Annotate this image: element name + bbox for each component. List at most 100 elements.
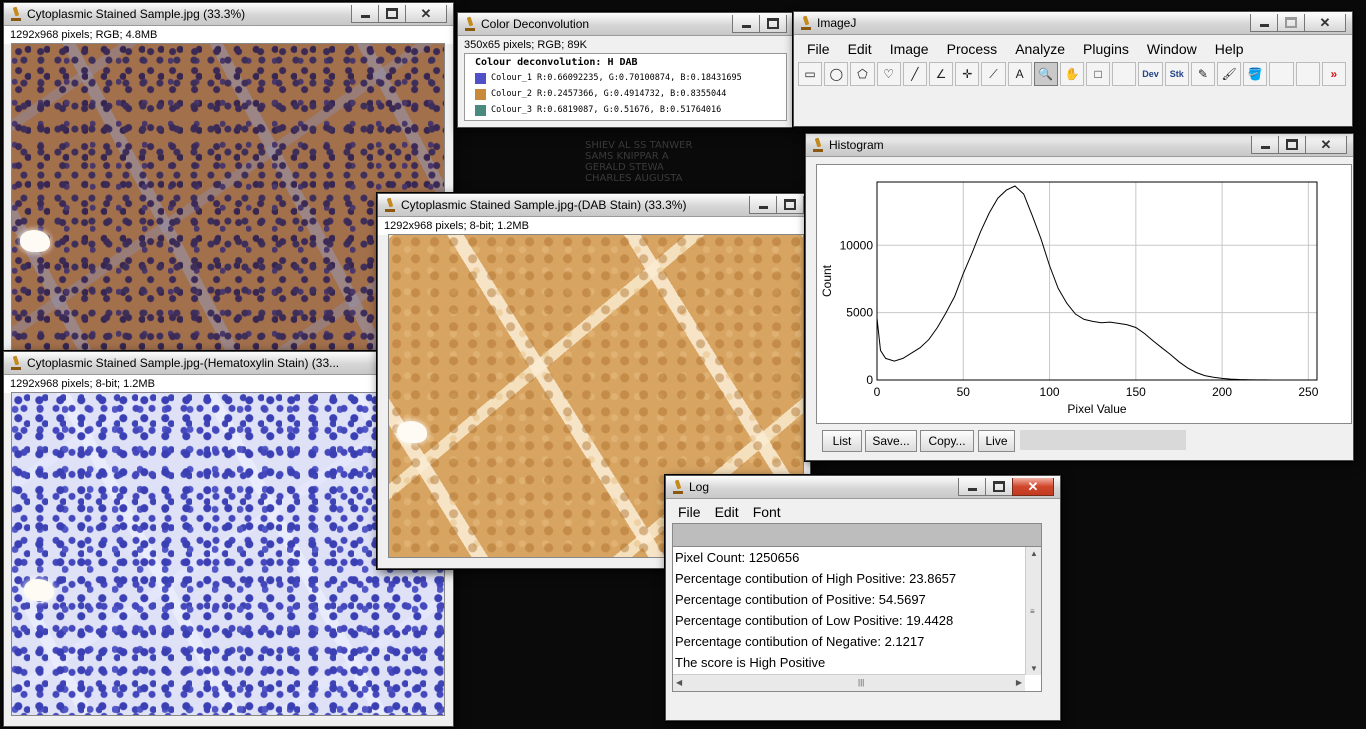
scroll-right-arrow-icon[interactable]: ▶ (1016, 678, 1022, 687)
line-tool-icon[interactable]: ╱ (902, 62, 927, 86)
minimize-button[interactable] (1251, 136, 1279, 154)
image-info: 1292x968 pixels; RGB; 4.8MB (4, 26, 453, 44)
minimize-button[interactable] (1250, 14, 1278, 32)
colour-1-label: Colour_1 R:0.66092235, G:0.70100874, B:0… (491, 73, 742, 83)
background-text-line: CHARLES AUGUSTA (585, 173, 683, 184)
hand-tool-icon[interactable]: ✋ (1059, 62, 1085, 86)
imagej-menubar: File Edit Image Process Analyze Plugins … (794, 39, 1352, 59)
maximize-icon (1285, 17, 1297, 28)
magnifier-tool-icon[interactable]: 🔍 (1033, 62, 1058, 86)
scroll-grip-icon[interactable]: ||| (858, 678, 864, 687)
x-tick-label: 100 (1040, 385, 1060, 399)
background-text-line: GERALD STEWA (585, 162, 664, 173)
maximize-button[interactable] (1278, 136, 1306, 154)
brush-tool-icon[interactable]: 🖌 (1217, 62, 1242, 86)
point-tool-icon[interactable]: ✛ (955, 62, 980, 86)
minimize-button[interactable] (351, 5, 379, 23)
stk-menu-icon[interactable]: Stk (1164, 62, 1189, 86)
color-deconvolution-window[interactable]: Color Deconvolution 350x65 pixels; RGB; … (457, 12, 794, 128)
maximize-button[interactable] (985, 478, 1013, 496)
log-horizontal-scrollbar[interactable]: ◀ ||| ▶ (673, 674, 1025, 691)
log-text-area[interactable]: Pixel Count: 1250656 Percentage contibut… (672, 546, 1042, 692)
menu-process[interactable]: Process (938, 41, 1007, 57)
x-tick-label: 150 (1126, 385, 1146, 399)
log-menu-font[interactable]: Font (747, 504, 789, 520)
log-window-titlebar[interactable]: Log ✕ (666, 476, 1060, 499)
minimize-button[interactable] (958, 478, 986, 496)
x-tick-label: 0 (874, 385, 881, 399)
scroll-grip-icon[interactable]: ≡ (1030, 607, 1035, 616)
minimize-icon (967, 487, 977, 491)
pencil-tool-icon[interactable]: ✎ (1190, 62, 1215, 86)
log-menu-edit[interactable]: Edit (709, 504, 747, 520)
minimize-icon (758, 205, 768, 209)
image-info: 1292x968 pixels; 8-bit; 1.2MB (378, 217, 810, 235)
close-button[interactable]: ✕ (1304, 14, 1346, 32)
save-button[interactable]: Save... (865, 430, 917, 452)
maximize-button[interactable] (776, 196, 804, 214)
scroll-down-arrow-icon[interactable]: ▼ (1030, 664, 1038, 673)
imagej-main-window[interactable]: ImageJ ✕ File Edit Image Process Analyze… (793, 11, 1353, 127)
imagej-microscope-icon (11, 356, 22, 370)
histogram-plot-frame (876, 181, 1318, 381)
polygon-tool-icon[interactable]: ⬠ (850, 62, 875, 86)
menu-file[interactable]: File (798, 41, 839, 57)
log-menu-file[interactable]: File (672, 504, 709, 520)
minimize-button[interactable] (749, 196, 777, 214)
log-window[interactable]: Log ✕ File Edit Font Pixel Count: 125065… (665, 475, 1061, 721)
menu-plugins[interactable]: Plugins (1074, 41, 1138, 57)
list-button[interactable]: List (822, 430, 862, 452)
tissue-lumen (397, 421, 427, 443)
more-tools-icon[interactable]: » (1321, 62, 1346, 86)
menu-help[interactable]: Help (1206, 41, 1253, 57)
histogram-titlebar[interactable]: Histogram ✕ (806, 134, 1353, 157)
colour-2-label: Colour_2 R:0.2457366, G:0.4914732, B:0.8… (491, 89, 727, 99)
close-button[interactable]: ✕ (405, 5, 447, 23)
blank-tool-icon[interactable] (1112, 62, 1137, 86)
dab-window-titlebar[interactable]: Cytoplasmic Stained Sample.jpg-(DAB Stai… (378, 194, 810, 217)
wand-tool-icon[interactable]: ⟋ (981, 62, 1006, 86)
live-button[interactable]: Live (978, 430, 1015, 452)
x-tick-label: 200 (1212, 385, 1232, 399)
maximize-button[interactable] (1277, 14, 1305, 32)
scroll-left-arrow-icon[interactable]: ◀ (676, 678, 682, 687)
imagej-microscope-icon (11, 7, 22, 21)
text-tool-icon[interactable]: A (1007, 62, 1032, 86)
menu-analyze[interactable]: Analyze (1006, 41, 1074, 57)
angle-tool-icon[interactable]: ∠ (928, 62, 954, 86)
log-menubar: File Edit Font (666, 502, 1060, 522)
colour-2-swatch (475, 88, 486, 100)
close-button[interactable]: ✕ (1012, 478, 1054, 496)
cd-window-titlebar[interactable]: Color Deconvolution (458, 13, 793, 36)
menu-image[interactable]: Image (881, 41, 938, 57)
image-info: 350x65 pixels; RGB; 89K (458, 36, 793, 54)
rgb-window-titlebar[interactable]: Cytoplasmic Stained Sample.jpg (33.3%) ✕ (4, 3, 453, 26)
maximize-button[interactable] (759, 15, 787, 33)
oval-tool-icon[interactable]: ◯ (824, 62, 849, 86)
freehand-tool-icon[interactable]: ♡ (876, 62, 901, 86)
rectangle-tool-icon[interactable]: ▭ (798, 62, 823, 86)
close-button[interactable]: ✕ (1305, 136, 1347, 154)
colour-row: Colour_3 R:0.6819087, G:0.51676, B:0.517… (465, 102, 786, 118)
menu-edit[interactable]: Edit (839, 41, 881, 57)
colour-3-label: Colour_3 R:0.6819087, G:0.51676, B:0.517… (491, 105, 722, 115)
menu-window[interactable]: Window (1138, 41, 1206, 57)
scroll-up-arrow-icon[interactable]: ▲ (1030, 549, 1038, 558)
maximize-button[interactable] (378, 5, 406, 23)
blank-tool-2-icon[interactable] (1269, 62, 1294, 86)
color-picker-tool-icon[interactable]: □ (1086, 62, 1111, 86)
flood-fill-tool-icon[interactable]: 🪣 (1243, 62, 1268, 86)
minimize-icon (741, 24, 751, 28)
tissue-lumen (24, 579, 54, 601)
deconvolution-heading: Colour deconvolution: H DAB (475, 57, 638, 68)
maximize-icon (1286, 139, 1298, 150)
copy-button[interactable]: Copy... (920, 430, 974, 452)
log-vertical-scrollbar[interactable]: ▲ ≡ ▼ (1025, 547, 1041, 675)
imagej-titlebar[interactable]: ImageJ ✕ (794, 12, 1352, 35)
dev-menu-icon[interactable]: Dev (1138, 62, 1163, 86)
log-line: The score is High Positive (675, 655, 826, 670)
minimize-button[interactable] (732, 15, 760, 33)
window-title: Cytoplasmic Stained Sample.jpg-(DAB Stai… (401, 198, 687, 212)
blank-tool-3-icon[interactable] (1295, 62, 1320, 86)
histogram-window[interactable]: Histogram ✕ 0 50 100 150 200 250 0 5000 10000 Pi… (805, 133, 1354, 461)
